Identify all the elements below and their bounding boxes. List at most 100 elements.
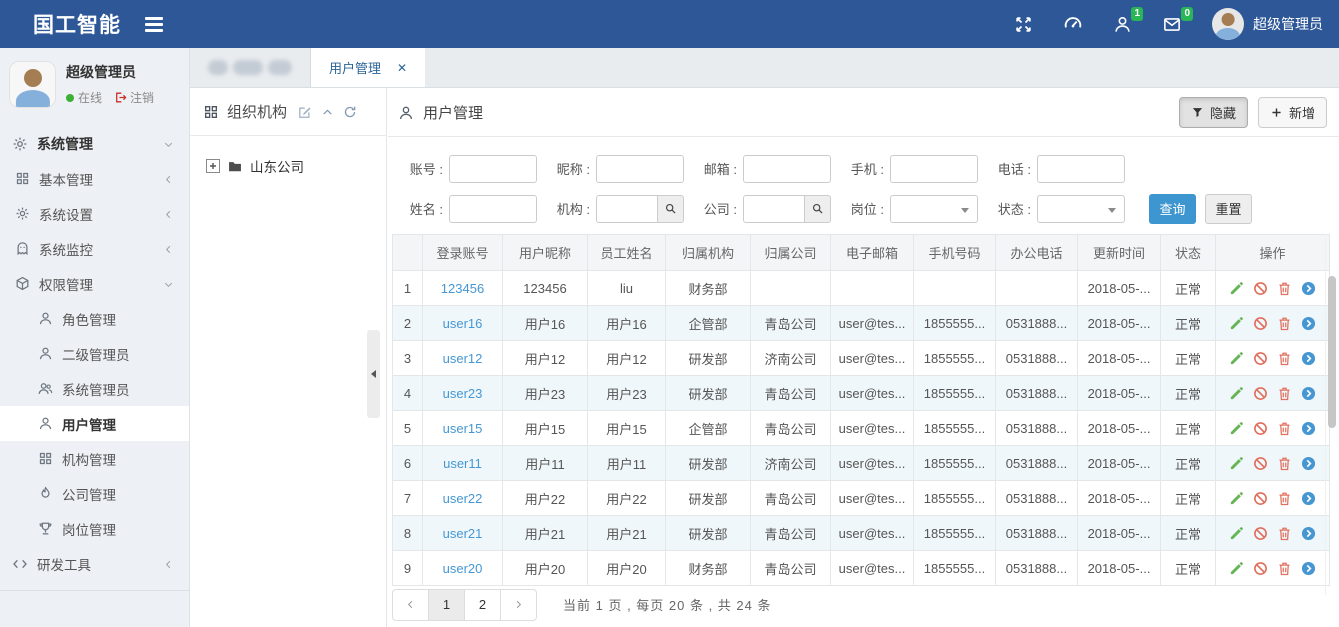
disable-icon[interactable] [1253,316,1268,331]
detail-icon[interactable] [1301,456,1316,471]
sidebar-item-role-mgmt[interactable]: 角色管理 [0,301,189,336]
delete-icon[interactable] [1277,491,1292,506]
edit-icon[interactable] [1229,421,1244,436]
grid-icon [15,171,30,187]
edit-icon[interactable] [1229,456,1244,471]
prev-page-button[interactable] [392,589,429,621]
name-input[interactable] [449,195,537,223]
disable-icon[interactable] [1253,561,1268,576]
org-input[interactable] [596,195,658,223]
tab-redacted[interactable] [190,48,311,87]
query-button[interactable]: 查询 [1149,194,1196,224]
panel-collapse-handle[interactable] [367,330,380,418]
edit-icon[interactable] [1229,561,1244,576]
disable-icon[interactable] [1253,351,1268,366]
delete-icon[interactable] [1277,421,1292,436]
fullscreen-icon[interactable] [1014,15,1033,34]
sidebar-item-system-settings[interactable]: 系统设置 [0,196,189,231]
edit-icon[interactable] [1229,351,1244,366]
reset-button[interactable]: 重置 [1205,194,1252,224]
email-input[interactable] [743,155,831,183]
topbar-user-menu[interactable]: 超级管理员 [1212,8,1323,40]
close-icon[interactable]: ✕ [397,61,407,75]
detail-icon[interactable] [1301,351,1316,366]
disable-icon[interactable] [1253,281,1268,296]
detail-icon[interactable] [1301,316,1316,331]
page-button-2[interactable]: 2 [464,589,501,621]
sidebar-item-system-monitor[interactable]: 系统监控 [0,231,189,266]
disable-icon[interactable] [1253,491,1268,506]
edit-icon[interactable] [1229,316,1244,331]
edit-icon[interactable] [1229,526,1244,541]
sidebar-item-user-mgmt[interactable]: 用户管理 [0,406,189,441]
account-link[interactable]: user15 [443,421,483,436]
trophy-icon [38,521,53,537]
company-label: 公司 : [690,199,737,218]
org-search-button[interactable] [658,195,684,223]
delete-icon[interactable] [1277,351,1292,366]
nickname-input[interactable] [596,155,684,183]
scrollbar-thumb[interactable] [1328,276,1336,428]
edit-icon[interactable] [1229,386,1244,401]
account-link[interactable]: 123456 [441,281,484,296]
delete-icon[interactable] [1277,526,1292,541]
logout-link[interactable]: 注销 [114,89,154,106]
hide-filters-button[interactable]: 隐藏 [1179,97,1248,128]
telephone-input[interactable] [1037,155,1125,183]
delete-icon[interactable] [1277,316,1292,331]
add-button[interactable]: 新增 [1258,97,1327,128]
sidebar-item-org-mgmt[interactable]: 机构管理 [0,441,189,476]
account-link[interactable]: user11 [443,456,482,471]
sidebar-item-permission-mgmt[interactable]: 权限管理 [0,266,189,301]
tree-node-shandong[interactable]: 山东公司 [190,136,386,196]
next-page-button[interactable] [500,589,537,621]
sidebar-item-dev-tools[interactable]: 研发工具 [0,546,189,581]
sidebar-item-system-admin[interactable]: 系统管理员 [0,371,189,406]
account-link[interactable]: user20 [443,561,483,576]
edit-icon[interactable] [1229,491,1244,506]
sidebar-item-secondary-admin[interactable]: 二级管理员 [0,336,189,371]
app-logo: 国工智能 [33,9,121,39]
detail-icon[interactable] [1301,281,1316,296]
sidebar-item-company-mgmt[interactable]: 公司管理 [0,476,189,511]
collapse-up-icon[interactable] [321,103,334,120]
delete-icon[interactable] [1277,281,1292,296]
edit-icon[interactable] [297,103,312,120]
account-link[interactable]: user23 [443,386,483,401]
mobile-input[interactable] [890,155,978,183]
disable-icon[interactable] [1253,526,1268,541]
company-input[interactable] [743,195,805,223]
disable-icon[interactable] [1253,421,1268,436]
sidebar-item-post-mgmt[interactable]: 岗位管理 [0,511,189,546]
delete-icon[interactable] [1277,561,1292,576]
company-search-button[interactable] [805,195,831,223]
edit-icon[interactable] [1229,281,1244,296]
refresh-icon[interactable] [343,103,357,120]
detail-icon[interactable] [1301,526,1316,541]
detail-icon[interactable] [1301,421,1316,436]
table-row: 2 user16 用户16 用户16 企管部 青岛公司 user@tes... … [393,306,1330,341]
online-users-icon[interactable]: 1 [1113,15,1132,34]
detail-icon[interactable] [1301,561,1316,576]
account-link[interactable]: user22 [443,491,483,506]
account-input[interactable] [449,155,537,183]
detail-icon[interactable] [1301,491,1316,506]
sidebar-item-basic-mgmt[interactable]: 基本管理 [0,161,189,196]
status-select[interactable] [1037,195,1125,223]
account-link[interactable]: user12 [443,351,483,366]
detail-icon[interactable] [1301,386,1316,401]
menu-toggle-icon[interactable] [145,17,163,32]
dashboard-icon[interactable] [1063,14,1083,34]
post-select[interactable] [890,195,978,223]
sidebar-item-system-mgmt[interactable]: 系统管理 [0,126,189,161]
expand-node-icon[interactable] [206,159,220,173]
account-link[interactable]: user21 [443,526,483,541]
disable-icon[interactable] [1253,386,1268,401]
messages-icon[interactable]: 0 [1162,15,1182,34]
account-link[interactable]: user16 [443,316,483,331]
delete-icon[interactable] [1277,456,1292,471]
page-button-1[interactable]: 1 [428,589,465,621]
disable-icon[interactable] [1253,456,1268,471]
tab-user-mgmt[interactable]: 用户管理 ✕ [311,48,425,87]
delete-icon[interactable] [1277,386,1292,401]
